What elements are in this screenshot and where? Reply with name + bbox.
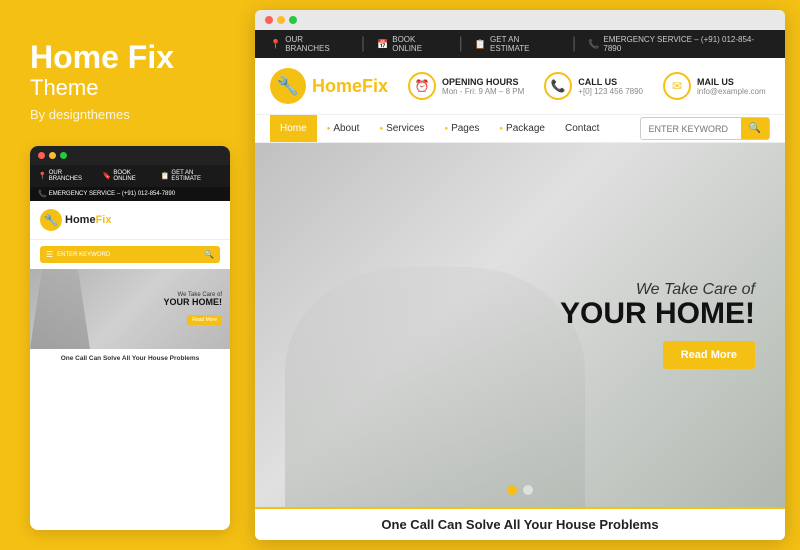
site-logo: 🔧 HomeFix <box>270 68 388 104</box>
mini-hero-bg <box>30 269 90 349</box>
mini-search-bar[interactable]: ☰ ENTER KEYWORD 🔍 <box>40 246 220 263</box>
mini-search-button[interactable]: 🔍 <box>204 250 214 259</box>
hero-slider-dots <box>507 485 533 495</box>
header-hours-text: OPENING HOURS Mon - Fri: 9 AM – 8 PM <box>442 77 524 96</box>
nav-search-input[interactable] <box>641 119 741 139</box>
brand-title: Home Fix Theme By designthemes <box>30 40 230 146</box>
mini-hero: We Take Care of YOUR HOME! Read More <box>30 269 230 349</box>
nav-pages[interactable]: ● Pages <box>434 115 489 142</box>
header-phone: 📞 CALL US +[0] 123 456 7890 <box>544 72 643 100</box>
topbar-book: 📅 BOOK ONLINE <box>377 35 447 53</box>
topbar-emergency: 📞 EMERGENCY SERVICE – (+91) 012-854-7890 <box>588 35 770 53</box>
site-bottom: One Call Can Solve All Your House Proble… <box>255 507 785 540</box>
estimate-icon: 📋 <box>475 39 486 50</box>
mini-topbar-branches: 📍 OUR BRANCHES <box>38 170 95 182</box>
mini-hero-content: We Take Care of YOUR HOME! Read More <box>164 292 223 326</box>
location-icon: 📍 <box>270 39 281 50</box>
nav-dot-package: ● <box>499 126 503 132</box>
mini-dot-red <box>38 152 45 159</box>
right-panel: 📍 OUR BRANCHES | 📅 BOOK ONLINE | 📋 GET A… <box>255 10 785 540</box>
nav-contact[interactable]: Contact <box>555 115 609 142</box>
mini-location-icon: 📍 <box>38 172 47 180</box>
header-hours: ⏰ OPENING HOURS Mon - Fri: 9 AM – 8 PM <box>408 72 524 100</box>
mini-footer-text: One Call Can Solve All Your House Proble… <box>30 349 230 368</box>
mini-logo: 🔧 HomeFix <box>40 209 111 231</box>
hero-read-more-button[interactable]: Read More <box>663 341 755 369</box>
topbar-sep3: | <box>572 35 576 53</box>
nav-items: Home ● About ● Services ● Pages ● Packag… <box>270 115 640 142</box>
mini-window-controls <box>30 146 230 165</box>
mini-topbar-emergency: 📞 EMERGENCY SERVICE – (+91) 012-854-7890 <box>30 187 230 201</box>
nav-dot-about: ● <box>327 126 331 132</box>
logo-text: HomeFix <box>312 76 388 97</box>
logo-icon: 🔧 <box>270 68 306 104</box>
mini-phone-icon: 📞 <box>38 190 47 198</box>
mini-preview-card: 📍 OUR BRANCHES 🔖 BOOK ONLINE 📋 GET AN ES… <box>30 146 230 530</box>
mini-topbar-book: 🔖 BOOK ONLINE <box>103 170 153 182</box>
mini-header: 🔧 HomeFix <box>30 201 230 240</box>
hero-person-silhouette <box>285 267 585 507</box>
site-topbar: 📍 OUR BRANCHES | 📅 BOOK ONLINE | 📋 GET A… <box>255 30 785 58</box>
phone-icon: 📞 <box>544 72 572 100</box>
nav-home[interactable]: Home <box>270 115 317 142</box>
nav-package[interactable]: ● Package <box>489 115 555 142</box>
clock-icon: ⏰ <box>408 72 436 100</box>
left-panel: Home Fix Theme By designthemes 📍 OUR BRA… <box>0 0 250 550</box>
mini-estimate-icon: 📋 <box>161 172 170 180</box>
nav-about[interactable]: ● About <box>317 115 370 142</box>
browser-dot-green <box>289 16 297 24</box>
hero-content: We Take Care of YOUR HOME! Read More <box>560 281 755 369</box>
topbar-sep2: | <box>459 35 463 53</box>
hero-dot-2[interactable] <box>523 485 533 495</box>
hero-section: We Take Care of YOUR HOME! Read More <box>255 143 785 507</box>
site-nav: Home ● About ● Services ● Pages ● Packag… <box>255 115 785 143</box>
mini-logo-icon: 🔧 <box>40 209 62 231</box>
emergency-icon: 📞 <box>588 39 599 50</box>
hero-dot-1[interactable] <box>507 485 517 495</box>
site-header: 🔧 HomeFix ⏰ OPENING HOURS Mon - Fri: 9 A… <box>255 58 785 115</box>
nav-dot-services: ● <box>379 126 383 132</box>
mini-emergency-item: 📞 EMERGENCY SERVICE – (+91) 012-854-7890 <box>38 190 175 198</box>
nav-search[interactable]: 🔍 <box>640 117 770 140</box>
mini-topbar: 📍 OUR BRANCHES 🔖 BOOK ONLINE 📋 GET AN ES… <box>30 165 230 187</box>
browser-chrome <box>255 10 785 30</box>
mail-icon: ✉ <box>663 72 691 100</box>
browser-dot-red <box>265 16 273 24</box>
book-icon: 📅 <box>377 39 388 50</box>
topbar-sep1: | <box>361 35 365 53</box>
mini-menu-icon: ☰ <box>46 250 53 259</box>
browser-dot-yellow <box>277 16 285 24</box>
mini-dot-yellow <box>49 152 56 159</box>
header-phone-text: CALL US +[0] 123 456 7890 <box>578 77 643 96</box>
topbar-estimate: 📋 GET AN ESTIMATE <box>475 35 560 53</box>
header-info: ⏰ OPENING HOURS Mon - Fri: 9 AM – 8 PM 📞… <box>408 72 770 100</box>
header-mail-text: MAIL US info@example.com <box>697 77 766 96</box>
mini-topbar-estimate: 📋 GET AN ESTIMATE <box>161 170 222 182</box>
header-mail: ✉ MAIL US info@example.com <box>663 72 766 100</box>
mini-logo-text: HomeFix <box>65 214 111 226</box>
nav-search-button[interactable]: 🔍 <box>741 118 769 139</box>
nav-dot-pages: ● <box>444 126 448 132</box>
bottom-text: One Call Can Solve All Your House Proble… <box>270 517 770 532</box>
topbar-branches: 📍 OUR BRANCHES <box>270 35 349 53</box>
nav-services[interactable]: ● Services <box>369 115 434 142</box>
mini-book-icon: 🔖 <box>103 172 112 180</box>
mini-dot-green <box>60 152 67 159</box>
